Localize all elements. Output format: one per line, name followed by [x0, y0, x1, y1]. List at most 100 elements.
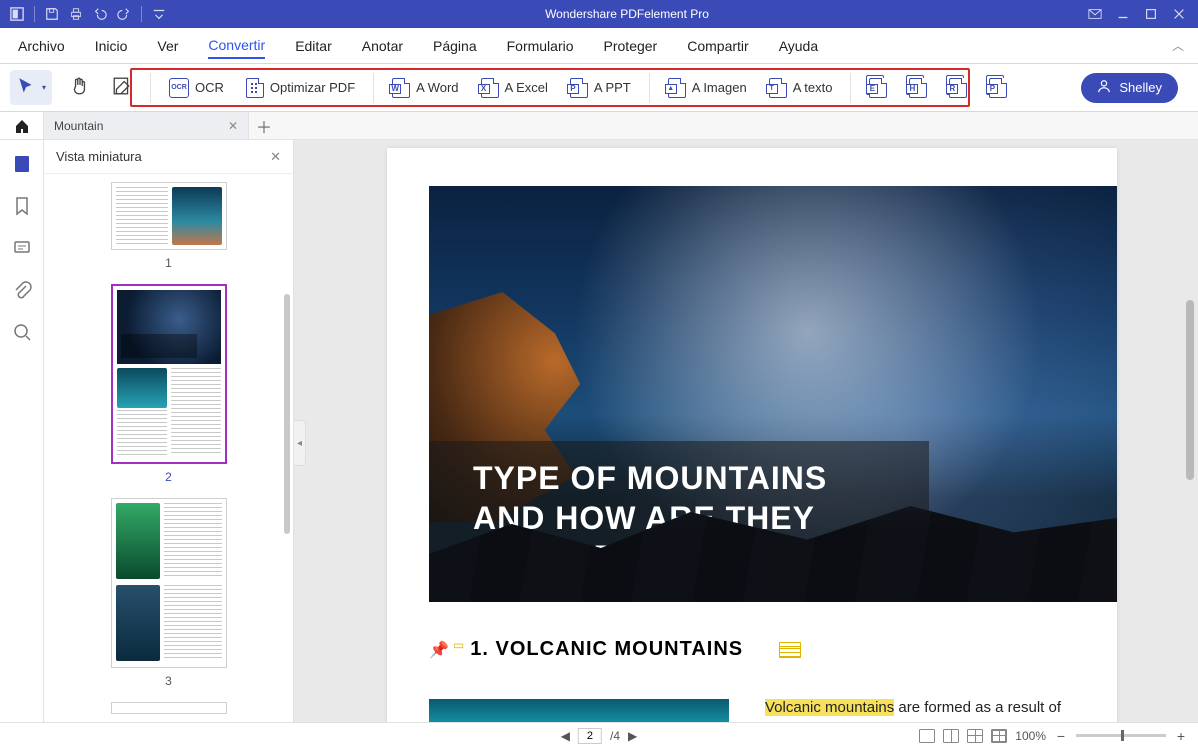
thumbnail-page-4[interactable] [44, 702, 293, 714]
close-tab-icon[interactable]: ✕ [228, 119, 238, 133]
ribbon: ▾ OCR Optimizar PDF W A Word X A Excel P… [0, 64, 1198, 112]
view-two-page-icon[interactable] [967, 729, 983, 743]
ocr-button[interactable]: OCR [165, 74, 228, 102]
sticky-note-icon[interactable] [779, 642, 801, 658]
page-navigator: ◀ /4 ▶ [561, 728, 637, 744]
menu-proteger[interactable]: Proteger [604, 34, 658, 58]
to-text-button[interactable]: T A texto [765, 74, 837, 102]
user-account-button[interactable]: Shelley [1081, 73, 1178, 103]
mail-icon[interactable] [1088, 7, 1102, 21]
to-text-label: A texto [793, 80, 833, 95]
menu-anotar[interactable]: Anotar [362, 34, 403, 58]
batch-h-button[interactable]: H [905, 74, 931, 102]
optimize-pdf-button[interactable]: Optimizar PDF [242, 74, 359, 102]
to-word-button[interactable]: W A Word [388, 74, 462, 102]
title-bar: Wondershare PDFelement Pro [0, 0, 1198, 28]
zoom-slider[interactable] [1076, 734, 1166, 737]
menu-compartir[interactable]: Compartir [687, 34, 748, 58]
new-tab-button[interactable]: ＋ [249, 112, 279, 139]
menu-archivo[interactable]: Archivo [18, 34, 65, 58]
home-tab[interactable] [0, 112, 44, 139]
search-panel-icon[interactable] [12, 322, 32, 342]
status-bar: ◀ /4 ▶ 100% − + [0, 722, 1198, 748]
batch-r-button[interactable]: R [945, 74, 971, 102]
word-icon: W [392, 78, 410, 98]
thumbnail-number: 1 [165, 256, 172, 270]
to-image-button[interactable]: ▲ A Imagen [664, 74, 751, 102]
to-excel-button[interactable]: X A Excel [477, 74, 552, 102]
thumbnail-scrollbar[interactable] [284, 294, 290, 534]
menu-formulario[interactable]: Formulario [507, 34, 574, 58]
undo-icon[interactable] [93, 7, 107, 21]
workspace: Vista miniatura ✕ 1 2 3 ◂ [0, 140, 1198, 722]
page-total: /4 [610, 729, 620, 743]
page-number-input[interactable] [578, 728, 602, 744]
side-icon-bar [0, 140, 44, 722]
edit-tool[interactable] [108, 72, 136, 103]
hand-icon [70, 76, 90, 99]
batch-h-icon: H [909, 78, 927, 98]
collapse-panel-button[interactable]: ◂ [294, 420, 306, 466]
batch-p-button[interactable]: P [985, 74, 1011, 102]
hand-tool[interactable] [66, 72, 94, 103]
canvas-scrollbar[interactable] [1186, 300, 1194, 480]
hero-title-text: TYPE OF MOUNTAINS AND HOW ARE THEY FORME… [473, 459, 903, 578]
menu-ayuda[interactable]: Ayuda [779, 34, 818, 58]
image-icon: ▲ [668, 78, 686, 98]
document-tab-label: Mountain [54, 119, 103, 133]
menu-inicio[interactable]: Inicio [95, 34, 128, 58]
thumbnail-page-1[interactable]: 1 [44, 182, 293, 270]
menu-pagina[interactable]: Página [433, 34, 477, 58]
batch-e-icon: E [869, 78, 887, 98]
close-icon[interactable] [1172, 7, 1186, 21]
separator [141, 6, 142, 22]
comments-panel-icon[interactable] [12, 238, 32, 258]
select-tool[interactable]: ▾ [10, 70, 52, 105]
note-flag-icon[interactable]: ▭ [453, 638, 464, 652]
quick-access-dropdown-icon[interactable] [152, 7, 166, 21]
redo-icon[interactable] [117, 7, 131, 21]
next-page-icon[interactable]: ▶ [628, 729, 637, 743]
highlighted-text: Volcanic mountains [765, 699, 894, 716]
zoom-in-button[interactable]: + [1174, 729, 1188, 743]
prev-page-icon[interactable]: ◀ [561, 729, 570, 743]
ocr-icon [169, 78, 189, 98]
section-heading: 📌 ▭ 1. VOLCANIC MOUNTAINS [429, 638, 1117, 661]
pin-annotation-icon[interactable]: 📌 [429, 640, 449, 660]
edit-icon [112, 76, 132, 99]
user-icon [1097, 79, 1111, 96]
menu-editar[interactable]: Editar [295, 34, 332, 58]
print-icon[interactable] [69, 7, 83, 21]
thumbnail-page-2[interactable]: 2 [44, 284, 293, 484]
attachments-panel-icon[interactable] [12, 280, 32, 300]
body-image [429, 699, 729, 722]
batch-e-button[interactable]: E [865, 74, 891, 102]
document-tab-bar: Mountain ✕ ＋ [0, 112, 1198, 140]
menu-ver[interactable]: Ver [157, 34, 178, 58]
maximize-icon[interactable] [1144, 7, 1158, 21]
view-single-icon[interactable] [919, 729, 935, 743]
bookmarks-panel-icon[interactable] [12, 196, 32, 216]
close-panel-icon[interactable]: ✕ [270, 149, 281, 165]
thumbnail-header: Vista miniatura ✕ [44, 140, 293, 174]
document-canvas[interactable]: TYPE OF MOUNTAINS AND HOW ARE THEY FORME… [306, 140, 1198, 722]
thumbnail-number: 3 [165, 674, 172, 688]
menu-convertir[interactable]: Convertir [208, 33, 265, 59]
collapse-ribbon-icon[interactable]: ︿ [1172, 37, 1184, 54]
to-ppt-label: A PPT [594, 80, 631, 95]
thumbnails-panel-icon[interactable] [12, 154, 32, 174]
zoom-out-button[interactable]: − [1054, 729, 1068, 743]
cursor-icon [16, 76, 36, 99]
hero-image: TYPE OF MOUNTAINS AND HOW ARE THEY FORME… [429, 186, 1117, 602]
view-two-page-continuous-icon[interactable] [991, 729, 1007, 743]
home-icon [14, 118, 30, 134]
thumbnail-page-3[interactable]: 3 [44, 498, 293, 688]
minimize-icon[interactable] [1116, 7, 1130, 21]
to-ppt-button[interactable]: P A PPT [566, 74, 635, 102]
thumbnail-list[interactable]: 1 2 3 [44, 174, 293, 722]
optimize-label: Optimizar PDF [270, 80, 355, 95]
view-continuous-icon[interactable] [943, 729, 959, 743]
document-tab[interactable]: Mountain ✕ [44, 112, 249, 139]
pdf-page: TYPE OF MOUNTAINS AND HOW ARE THEY FORME… [387, 148, 1117, 722]
save-icon[interactable] [45, 7, 59, 21]
